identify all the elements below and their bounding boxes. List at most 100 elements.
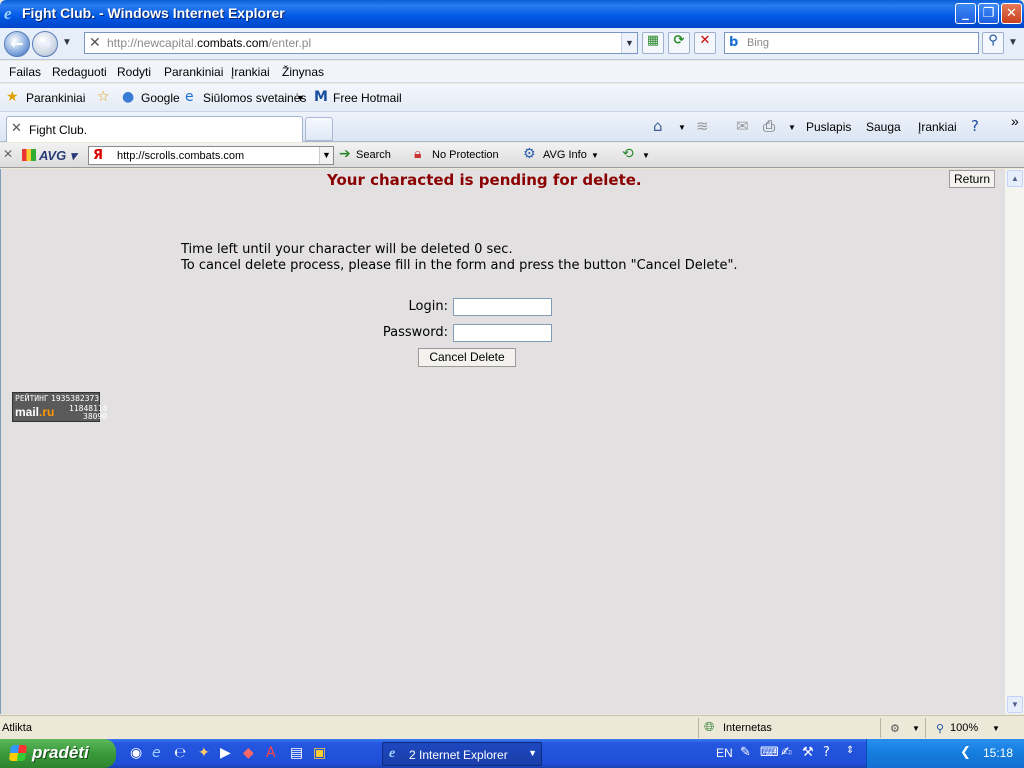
favorite-hotmail[interactable]: Free Hotmail	[333, 91, 402, 105]
avg-search-icon: ➔	[339, 146, 351, 162]
menu-view[interactable]: Rodyti	[117, 65, 151, 79]
address-url: http://newcapital.combats.com/enter.pl	[107, 36, 312, 50]
return-button[interactable]: Return	[949, 170, 995, 188]
start-button[interactable]: pradėti	[0, 739, 116, 768]
password-field[interactable]	[453, 324, 552, 342]
no-protection-button[interactable]: No Protection	[432, 149, 499, 161]
tools-menu[interactable]: Įrankiai	[918, 120, 957, 134]
menu-favorites[interactable]: Parankiniai	[164, 65, 223, 79]
protected-mode-dropdown[interactable]: ▼	[912, 724, 920, 733]
page-menu[interactable]: Puslapis	[806, 120, 851, 134]
avg-info-menu[interactable]: AVG Info	[543, 149, 587, 161]
login-field[interactable]	[453, 298, 552, 316]
scroll-down-button[interactable]: ▼	[1007, 696, 1023, 713]
quicklaunch-ie2-icon[interactable]: ℮	[174, 745, 186, 761]
menu-file[interactable]: Failas	[9, 65, 41, 79]
taskbar-ie-group[interactable]: e 2 Internet Explorer ▼	[382, 742, 542, 766]
windows-flag-icon	[8, 745, 28, 761]
avg-settings-dropdown[interactable]: ▼	[642, 151, 650, 160]
forward-button[interactable]: →	[32, 31, 58, 57]
help-icon[interactable]: ?	[971, 117, 979, 135]
tray-keyboard-icon[interactable]: ⌨	[760, 745, 779, 760]
suggested-sites-dropdown[interactable]: ▼	[296, 93, 305, 103]
login-label: Login:	[408, 299, 448, 314]
zoom-level[interactable]: 100%	[950, 722, 978, 734]
avg-search-dropdown[interactable]: ▼	[319, 147, 333, 164]
quicklaunch-desktop-icon[interactable]: ◉	[130, 745, 142, 761]
search-input[interactable]: b Bing	[724, 32, 979, 54]
tray-handwriting-icon[interactable]: ✍	[781, 745, 792, 760]
favorite-suggested-sites[interactable]: Siūlomos svetainės	[203, 91, 306, 105]
instructions-text: To cancel delete process, please fill in…	[181, 258, 738, 273]
mail-ru-counter[interactable]: РЕЙТИНГ 1935382373 mail.ru 11848118 3809…	[12, 392, 108, 422]
window-title: Fight Club. - Windows Internet Explorer	[22, 5, 285, 21]
address-bar[interactable]: ✕ http://newcapital.combats.com/enter.pl…	[84, 32, 638, 54]
more-commands-chevron-icon[interactable]: »	[1011, 113, 1019, 129]
zoom-dropdown[interactable]: ▼	[992, 724, 1000, 733]
quicklaunch-media-icon[interactable]: ▶	[220, 745, 231, 761]
avg-info-icon: ⚙	[523, 146, 536, 162]
avg-search-button[interactable]: Search	[356, 149, 391, 161]
read-mail-icon[interactable]: ✉	[736, 117, 749, 135]
search-options-dropdown[interactable]: ▼	[1008, 37, 1018, 48]
compatibility-view-button[interactable]: ▦	[642, 32, 664, 54]
protected-mode-icon[interactable]: ⚙	[890, 722, 900, 735]
feeds-icon[interactable]: ≋	[696, 117, 709, 135]
tray-help-icon[interactable]: ?	[823, 745, 830, 760]
quicklaunch-paint-icon[interactable]: ▣	[313, 745, 326, 761]
refresh-button[interactable]: ⟳	[668, 32, 690, 54]
home-dropdown[interactable]: ▼	[678, 123, 686, 132]
site-favicon-icon: ✕	[89, 35, 101, 51]
add-favorite-icon[interactable]: ☆	[97, 89, 110, 105]
quicklaunch-app-icon[interactable]: ✦	[198, 745, 210, 761]
tray-expand-icon[interactable]: ❮	[960, 745, 971, 760]
bing-icon: b	[729, 35, 739, 50]
quicklaunch-app2-icon[interactable]: ◆	[243, 745, 254, 761]
close-button[interactable]: ✕	[1001, 3, 1022, 24]
tab-fight-club[interactable]: ✕ Fight Club.	[6, 116, 303, 142]
menu-edit[interactable]: Redaguoti	[52, 65, 107, 79]
zoom-icon: ⚲	[936, 723, 945, 735]
favorite-google[interactable]: Google	[141, 91, 180, 105]
quicklaunch-acrobat-icon[interactable]: A	[266, 745, 276, 761]
safety-menu[interactable]: Sauga	[866, 120, 901, 134]
new-tab-button[interactable]	[305, 117, 333, 141]
tray-settings-icon[interactable]: ⚒	[802, 745, 814, 760]
menu-help[interactable]: Žinynas	[282, 65, 324, 79]
avg-search-field[interactable]: Я http://scrolls.combats.com ▼	[88, 146, 334, 165]
ie-logo-icon: e	[4, 4, 12, 23]
scroll-up-button[interactable]: ▲	[1007, 170, 1023, 187]
recent-pages-dropdown[interactable]: ▼	[62, 37, 72, 48]
print-dropdown[interactable]: ▼	[788, 123, 796, 132]
clock[interactable]: 15:18	[983, 746, 1013, 760]
print-icon[interactable]: ⎙	[763, 117, 775, 135]
tab-bar: ✕ Fight Club. ⌂ ▼ ≋ ✉ ⎙ ▼ Puslapis Sauga…	[0, 112, 1024, 142]
close-toolbar-icon[interactable]: ✕	[3, 147, 13, 161]
favorites-star-icon: ★	[6, 89, 19, 105]
tray-options-icon[interactable]: ⇕	[846, 745, 854, 756]
address-dropdown[interactable]: ▼	[621, 33, 637, 53]
avg-logo[interactable]: AVG ▾	[22, 148, 76, 164]
internet-zone-icon: 🌐︎	[704, 719, 715, 734]
language-indicator[interactable]: EN	[716, 746, 733, 760]
avg-info-dropdown[interactable]: ▼	[591, 151, 599, 160]
vertical-scrollbar[interactable]: ▲ ▼	[1004, 169, 1024, 714]
page-title: Your characted is pending for delete.	[327, 171, 642, 189]
menu-tools[interactable]: Įrankiai	[231, 65, 270, 79]
minimize-button[interactable]: _	[955, 3, 976, 24]
time-left-text: Time left until your character will be d…	[181, 242, 513, 257]
avg-settings-icon[interactable]: ⟲	[622, 146, 634, 162]
tray-pen-icon[interactable]: ✎	[740, 745, 751, 760]
favorites-button[interactable]: Parankiniai	[26, 91, 85, 105]
system-tray: ❮ 15:18	[866, 739, 1024, 768]
quicklaunch-folder-icon[interactable]: ▤	[290, 745, 303, 761]
stop-button[interactable]: ✕	[694, 32, 716, 54]
quicklaunch-ie-icon[interactable]: e	[152, 745, 161, 761]
status-bar: Atlikta 🌐︎ Internetas ⚙ ▼ ⚲ 100% ▼	[0, 715, 1024, 739]
taskbar-group-dropdown[interactable]: ▼	[528, 748, 537, 758]
back-button[interactable]: ←	[4, 31, 30, 57]
search-go-button[interactable]: ⚲	[982, 32, 1004, 54]
home-icon[interactable]: ⌂	[653, 117, 663, 135]
restore-button[interactable]: ❐	[978, 3, 999, 24]
cancel-delete-button[interactable]: Cancel Delete	[418, 348, 516, 367]
